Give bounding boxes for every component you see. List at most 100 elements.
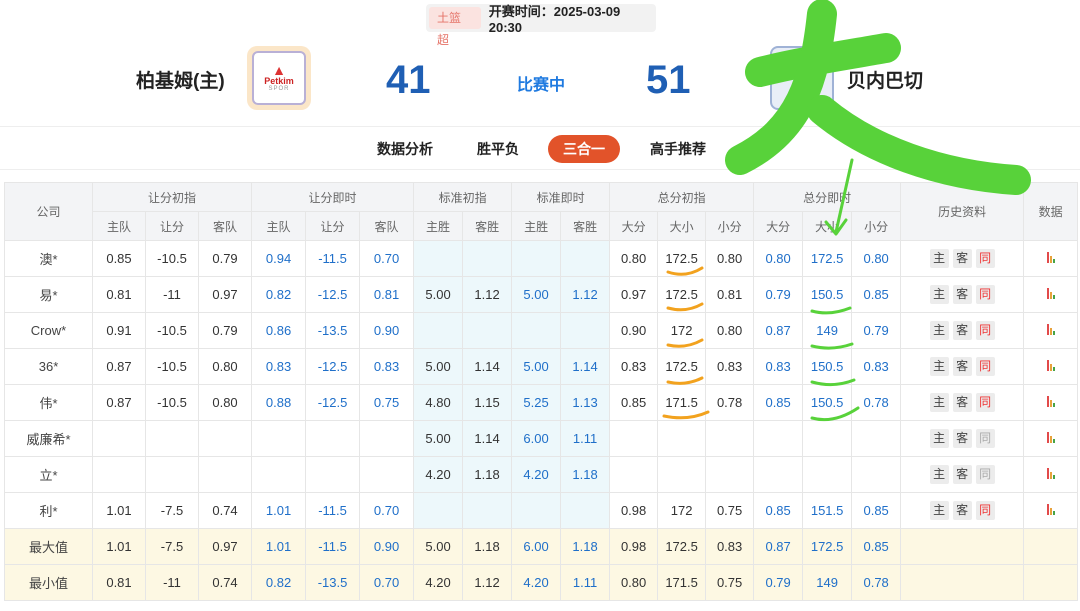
away-team-name[interactable]: 贝内巴切	[847, 66, 923, 93]
group-total-init: 总分初指	[609, 182, 755, 212]
history-same-button[interactable]: 同	[975, 285, 995, 304]
table-row: 立* 4.20 1.18 4.20 1.18 主客同	[4, 456, 1079, 493]
standard-init-value: 1.15	[462, 384, 513, 421]
total-live-value: 0.79	[753, 564, 804, 601]
history-home-button[interactable]: 主	[929, 249, 949, 268]
sub-line: 大小	[802, 211, 853, 241]
total-init-value: 0.83	[705, 528, 755, 565]
total-live-value	[802, 420, 853, 457]
bar-chart-icon[interactable]	[1046, 503, 1055, 515]
history-home-button[interactable]: 主	[929, 285, 949, 304]
history-home-button[interactable]: 主	[929, 321, 949, 340]
standard-init-value: 4.20	[413, 456, 464, 493]
handicap-init-value: -7.5	[145, 492, 199, 529]
bar-chart-icon[interactable]	[1046, 251, 1055, 263]
history-away-button[interactable]: 客	[952, 249, 972, 268]
total-init-value: 0.97	[609, 276, 659, 313]
total-live-value: 0.80	[851, 240, 902, 277]
league-badge[interactable]: 土篮超	[429, 7, 481, 47]
logo-sub-text: SPOR	[268, 86, 290, 92]
total-live-value: 149	[802, 564, 853, 601]
company-name: 利*	[4, 492, 93, 529]
bar-chart-icon[interactable]	[1046, 359, 1055, 371]
total-live-value: 150.5	[802, 276, 853, 313]
handicap-init-value: 0.74	[197, 564, 253, 601]
company-name: 伟*	[4, 384, 93, 421]
sub-home: 主队	[92, 211, 146, 241]
standard-init-value: 1.12	[462, 276, 513, 313]
total-live-value: 151.5	[802, 492, 853, 529]
company-name: 36*	[4, 348, 93, 385]
history-home-button[interactable]: 主	[929, 357, 949, 376]
total-init-value	[609, 420, 659, 457]
standard-live-value: 4.20	[511, 564, 562, 601]
home-team-name[interactable]: 柏基姆(主)	[136, 66, 225, 93]
bar-chart-icon[interactable]	[1046, 287, 1055, 299]
handicap-live-value: -12.5	[305, 276, 361, 313]
history-away-button[interactable]: 客	[952, 465, 972, 484]
tab-bar: 数据分析 胜平负 三合一 高手推荐	[0, 126, 1080, 170]
standard-init-value: 1.18	[462, 456, 513, 493]
bar-chart-icon[interactable]	[1046, 467, 1055, 479]
group-handicap-live: 让分即时	[251, 182, 415, 212]
handicap-live-value: 1.01	[251, 528, 307, 565]
handicap-init-value: 0.85	[92, 240, 146, 277]
standard-live-value: 1.18	[560, 528, 611, 565]
handicap-live-value: 0.86	[251, 312, 307, 349]
history-same-button[interactable]: 同	[975, 393, 995, 412]
handicap-init-value: 0.80	[197, 348, 253, 385]
standard-init-value: 5.00	[413, 276, 464, 313]
history-away-button[interactable]: 客	[952, 501, 972, 520]
tab-win-draw-lose[interactable]: 胜平负	[467, 135, 529, 163]
odds-table: 公司 让分初指 让分即时 标准初指 标准即时 总分初指 总分即时 历史资料 数据…	[4, 182, 1079, 601]
data-cell	[1023, 528, 1079, 565]
handicap-init-value: -10.5	[145, 240, 199, 277]
bar-chart-icon[interactable]	[1046, 323, 1055, 335]
total-init-value: 172.5	[657, 240, 707, 277]
tab-three-in-one[interactable]: 三合一	[548, 135, 620, 163]
table-row: 易* 0.81 -11 0.97 0.82 -12.5 0.81 5.00 1.12 5.00 1.…	[4, 276, 1079, 313]
handicap-init-value: 0.81	[92, 564, 146, 601]
group-standard-init: 标准初指	[413, 182, 513, 212]
bar-chart-icon[interactable]	[1046, 395, 1055, 407]
history-away-button[interactable]: 客	[952, 285, 972, 304]
handicap-live-value	[359, 456, 415, 493]
company-name: 立*	[4, 456, 93, 493]
standard-live-value	[560, 492, 611, 529]
total-init-value: 0.80	[609, 240, 659, 277]
history-away-button[interactable]: 客	[952, 321, 972, 340]
handicap-live-value: 1.01	[251, 492, 307, 529]
home-team-logo[interactable]: ▲ Petkim SPOR	[247, 46, 311, 110]
standard-init-value: 1.12	[462, 564, 513, 601]
data-cell	[1023, 456, 1079, 493]
standard-init-value: 4.80	[413, 384, 464, 421]
handicap-init-value: -7.5	[145, 528, 199, 565]
history-away-button[interactable]: 客	[952, 357, 972, 376]
history-away-button[interactable]: 客	[952, 393, 972, 412]
history-same-button[interactable]: 同	[975, 501, 995, 520]
summary-label: 最小值	[4, 564, 93, 601]
history-home-button[interactable]: 主	[929, 501, 949, 520]
total-live-value: 0.78	[851, 564, 902, 601]
sub-under: 小分	[851, 211, 902, 241]
history-same-button[interactable]: 同	[975, 357, 995, 376]
handicap-live-value	[305, 456, 361, 493]
history-same-button[interactable]: 同	[975, 429, 995, 448]
tab-expert-picks[interactable]: 高手推荐	[640, 135, 716, 163]
handicap-live-value: 0.82	[251, 276, 307, 313]
bar-chart-icon[interactable]	[1046, 431, 1055, 443]
tab-data-analysis[interactable]: 数据分析	[367, 135, 443, 163]
standard-init-value	[413, 240, 464, 277]
history-same-button[interactable]: 同	[975, 465, 995, 484]
history-same-button[interactable]: 同	[975, 321, 995, 340]
history-home-button[interactable]: 主	[929, 429, 949, 448]
handicap-live-value: 0.90	[359, 312, 415, 349]
history-home-button[interactable]: 主	[929, 393, 949, 412]
handicap-init-value	[92, 420, 146, 457]
history-away-button[interactable]: 客	[952, 429, 972, 448]
away-team-logo[interactable]	[770, 46, 834, 110]
history-home-button[interactable]: 主	[929, 465, 949, 484]
history-same-button[interactable]: 同	[975, 249, 995, 268]
handicap-init-value	[145, 456, 199, 493]
sub-away-win: 客胜	[560, 211, 611, 241]
